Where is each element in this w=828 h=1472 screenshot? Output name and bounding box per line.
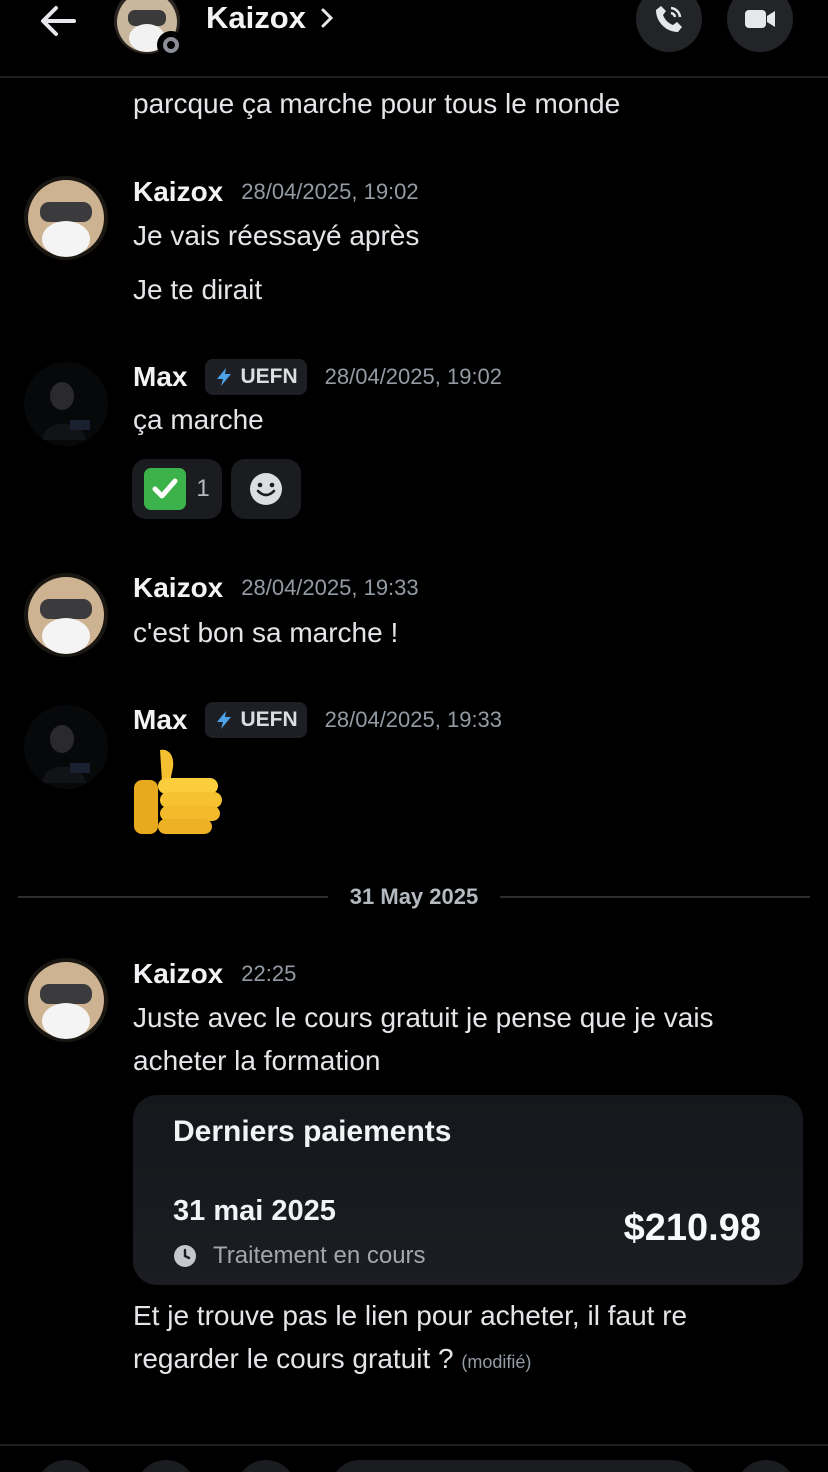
phone-icon: [656, 6, 682, 32]
message-input[interactable]: [330, 1460, 700, 1472]
message-header: Kaizox 22:25: [133, 956, 296, 992]
voice-call-button[interactable]: [636, 0, 702, 52]
payment-status: Traitement en cours: [173, 1242, 426, 1270]
author-name[interactable]: Max: [133, 702, 187, 738]
add-reaction-icon: [250, 473, 282, 505]
white-check-mark-icon: [144, 468, 187, 510]
author-name[interactable]: Kaizox: [133, 570, 223, 606]
video-call-button[interactable]: [727, 0, 793, 52]
date-divider: 31 May 2025: [18, 880, 810, 914]
message-header: Kaizox 28/04/2025, 19:02: [133, 174, 419, 210]
avatar[interactable]: [24, 705, 108, 789]
server-tag-badge[interactable]: UEFN: [205, 359, 307, 395]
timestamp: 22:25: [241, 961, 297, 986]
author-name[interactable]: Max: [133, 359, 187, 395]
badge-label: UEFN: [240, 365, 298, 388]
chat-header: Kaizox: [0, 0, 828, 78]
author-name[interactable]: Kaizox: [133, 956, 223, 992]
payment-amount: $210.98: [623, 1207, 761, 1249]
contact-name-label: Kaizox: [206, 0, 306, 35]
message-text-line: regarder le cours gratuit ?: [133, 1343, 454, 1374]
message-text: Juste avec le cours gratuit je pense que…: [133, 1002, 714, 1033]
timestamp: 28/04/2025, 19:33: [324, 707, 503, 732]
apps-button[interactable]: [36, 1460, 96, 1472]
server-tag-badge[interactable]: UEFN: [205, 702, 307, 738]
timestamp: 28/04/2025, 19:02: [241, 179, 419, 204]
message-header: Kaizox 28/04/2025, 19:33: [133, 570, 419, 606]
message-header: Max UEFN 28/04/2025, 19:02: [133, 359, 502, 395]
payment-card[interactable]: Derniers paiements 31 mai 2025 Traitemen…: [133, 1095, 803, 1285]
add-reaction-button[interactable]: [231, 459, 301, 519]
voice-message-button[interactable]: [736, 1460, 796, 1472]
composer-bar: [0, 1444, 828, 1472]
clock-icon: [174, 1245, 196, 1267]
avatar[interactable]: [24, 573, 108, 657]
avatar[interactable]: [24, 958, 108, 1042]
badge-label: UEFN: [240, 708, 298, 731]
back-button[interactable]: [36, 0, 80, 44]
message-text: ça marche: [133, 404, 264, 435]
arrow-left-icon: [41, 6, 76, 36]
message-text: Je vais réessayé après: [133, 220, 420, 251]
edited-label: (modifié): [461, 1352, 532, 1372]
timestamp: 28/04/2025, 19:33: [241, 575, 419, 600]
message-text: Et je trouve pas le lien pour acheter, i…: [133, 1300, 688, 1331]
message-text: c'est bon sa marche !: [133, 617, 399, 648]
reaction-check[interactable]: 1: [132, 459, 222, 519]
payment-card-title: Derniers paiements: [173, 1115, 452, 1148]
lightning-icon: [217, 711, 232, 729]
payment-status-label: Traitement en cours: [213, 1242, 426, 1269]
lightning-icon: [217, 368, 232, 386]
timestamp: 28/04/2025, 19:02: [324, 364, 503, 389]
message-header: Max UEFN 28/04/2025, 19:33: [133, 702, 502, 738]
offline-status-icon: [157, 31, 185, 59]
emoji-button[interactable]: [236, 1460, 296, 1472]
contact-name[interactable]: Kaizox: [206, 0, 334, 36]
video-camera-icon: [745, 10, 775, 28]
avatar[interactable]: [24, 176, 108, 260]
author-name[interactable]: Kaizox: [133, 174, 223, 210]
message-text: Je te dirait: [133, 274, 263, 305]
message-text: acheter la formation: [133, 1045, 381, 1076]
avatar[interactable]: [24, 362, 108, 446]
date-divider-label: 31 May 2025: [349, 884, 479, 909]
message-text: regarder le cours gratuit ? (modifié): [133, 1341, 531, 1380]
message-text: parcque ça marche pour tous le monde: [133, 88, 621, 119]
chevron-right-icon: [321, 8, 334, 28]
payment-date: 31 mai 2025: [173, 1195, 336, 1227]
thumbs-up-emoji: [132, 742, 232, 842]
reaction-count: 1: [196, 475, 210, 502]
gift-button[interactable]: [136, 1460, 196, 1472]
